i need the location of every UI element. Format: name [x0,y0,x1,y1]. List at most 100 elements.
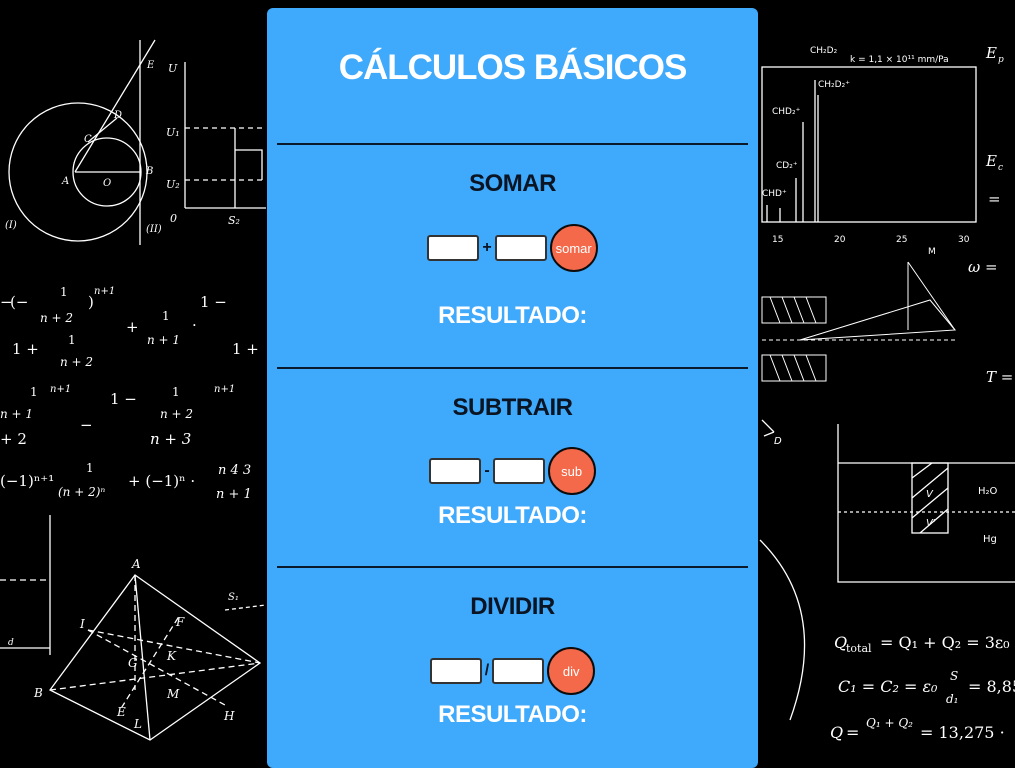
formula-text: − [80,416,93,434]
formula-text: n+1 [94,286,115,297]
formula-eq: = [988,190,1001,208]
dividir-input-1[interactable] [429,658,482,684]
formula-ep: E [985,44,997,62]
spectrum-k-label: k = 1,1 × 10¹¹ mm/Pa [850,55,949,65]
spectrum-label: CHD⁺ [762,189,787,199]
formula-text: n + 2 [40,311,73,325]
geometry-label-d: D [113,110,122,121]
geometry-label-e: E [146,60,155,71]
pyramid-label: A [131,557,141,571]
formula-c-s: S [950,669,958,683]
formula-text: 1 [162,309,170,323]
tank-water-label: H₂O [978,486,998,497]
geometry-label-a: A [61,176,69,187]
formula-q-total-sub: total [846,642,872,655]
divider [277,367,748,369]
geometry-label-o: O [103,178,111,189]
pyramid-label: L [133,717,142,731]
spectrum-tick: 20 [834,235,846,245]
s2-label: S₂ [228,214,240,227]
formula-text: n + 1 [147,333,180,347]
section-title-subtrair: SUBTRAIR [452,394,574,421]
formula-text: n + 1 [216,487,252,502]
section-title-dividir: DIVIDIR [470,593,555,620]
formula-ep-sub: p [998,55,1004,65]
formula-text: 1 [68,333,76,347]
formula-text: (− [10,293,28,311]
formula-text: n+1 [50,384,71,395]
formula-q2-val: = 13,275 · [920,723,1005,742]
somar-input-row: + somar [267,224,758,272]
formula-text: n + 2 [60,355,93,369]
somar-button[interactable]: somar [549,224,598,272]
formula-text: 1 − [200,293,227,311]
formula-q2-num: Q₁ + Q₂ [866,716,913,730]
sub-button[interactable]: sub [547,447,596,495]
page-title: CÁLCULOS BÁSICOS [338,48,688,87]
s1-label: S₁ [228,592,239,603]
pyramid-label: F [175,615,185,629]
pyramid-label: I [79,617,85,631]
formula-q2: Q [830,723,843,742]
spectrum-label: CH₂D₂⁺ [818,80,850,90]
formula-ec-sub: c [998,163,1003,173]
formula-text: n + 1 [0,407,33,421]
div-button[interactable]: div [547,647,596,695]
subtrair-input-2[interactable] [492,458,545,484]
geometry-label-b: B [145,166,153,177]
formula-text: ) [88,293,94,311]
subtrair-input-1[interactable] [429,458,482,484]
minus-operator: - [484,462,490,479]
somar-result-label: RESULTADO: [438,302,587,329]
formula-c-d: d₁ [946,692,959,706]
somar-input-2[interactable] [494,235,547,261]
tank-v2-label: V' [926,518,936,529]
formula-text: n + 3 [150,430,191,448]
geometry-label-ii: (II) [146,224,162,235]
spectrum-tick: 25 [896,235,907,245]
somar-input-1[interactable] [427,235,480,261]
pyramid-label: E [116,705,126,719]
formula-text: + (−1)ⁿ · [128,472,195,490]
formula-omega: ω = [968,258,998,276]
pyramid-label: M [166,687,180,701]
plus-operator: + [482,239,492,256]
formula-t: T = [986,368,1013,386]
zero-label: 0 [170,212,177,225]
formula-c-val: = 8,85 [968,677,1015,696]
calculator-panel: CÁLCULOS BÁSICOS SOMAR + somar RESULTADO… [267,8,758,768]
dividir-input-row: / div [267,647,758,695]
formula-text: 1 − [110,390,137,408]
formula-text: 1 [86,461,94,475]
spectrum-label: CHD₂⁺ [772,107,801,117]
formula-text: 1 [60,285,68,299]
u2-label: U₂ [166,178,180,191]
pyramid-label: G [128,656,138,670]
formula-text: + 2 [0,430,27,448]
formula-text: n + 2 [160,407,193,421]
formula-q2-eq: = [846,723,859,742]
formula-q-total: = Q₁ + Q₂ = 3ε₀ [880,633,1010,652]
formula-text: n+1 [214,384,235,395]
formula-text: (−1)ⁿ⁺¹ [0,472,54,490]
subtrair-result-label: RESULTADO: [438,502,587,529]
divider [277,566,748,568]
formula-text: · [192,316,197,334]
formula-text: 1 [172,385,180,399]
divider [277,143,748,145]
geometry-label-i: (I) [5,220,17,231]
dividir-result-label: RESULTADO: [438,701,587,728]
spectrum-label: CD₂⁺ [776,161,798,171]
tank-v1-label: V [926,489,934,500]
dividir-input-2[interactable] [492,658,545,684]
pyramid-label: K [166,649,177,663]
spectrum-tick: 30 [958,235,970,245]
tank-mercury-label: Hg [983,534,997,545]
geometry-circle-diagram [8,39,156,245]
tank-d-label: D [774,436,782,447]
spectrum-label: CH₂D₂ [810,46,838,56]
formula-text: 1 + [232,340,259,358]
formula-text: 1 + [12,340,39,358]
formula-text: n 4 3 [218,463,251,478]
pyramid-label: H [223,709,235,723]
